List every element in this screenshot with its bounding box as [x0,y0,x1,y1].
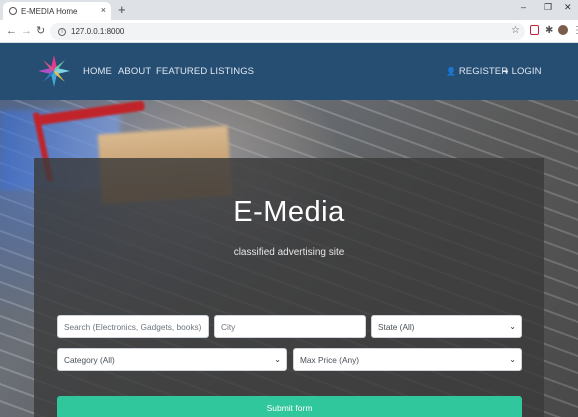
extension-shield-icon[interactable] [530,25,539,35]
site-info-icon[interactable]: i [58,27,66,36]
state-value: State (All) [378,321,415,332]
url-text: 127.0.0.1:8000 [71,27,125,36]
browser-menu-icon[interactable]: ⋮ [572,25,578,37]
bookmark-star-icon[interactable]: ☆ [511,25,520,37]
search-panel: E-Media classified advertising site Sear… [34,158,544,417]
hero-title: E-Media [233,196,345,228]
top-navbar: HOME ABOUT FEATURED LISTINGS 👤 REGISTER … [0,43,578,100]
nav-featured-listings-link[interactable]: FEATURED LISTINGS [156,66,254,77]
back-icon[interactable]: ← [6,24,17,38]
submit-button[interactable]: Submit form [57,396,522,417]
tab-close-icon[interactable]: × [101,5,106,15]
new-tab-button[interactable]: + [118,3,126,16]
browser-chrome: E-MEDIA Home × + – ❐ ✕ ← → ↻ i 127.0.0.1… [0,0,578,43]
nav-about-link[interactable]: ABOUT [118,66,151,77]
city-input[interactable]: City [214,315,366,338]
reload-icon[interactable]: ↻ [36,24,45,38]
category-value: Category (All) [64,354,115,365]
browser-toolbar: ← → ↻ i 127.0.0.1:8000 ☆ ✱ ⋮ [0,20,578,43]
chevron-down-icon: ⌄ [274,355,281,364]
profile-avatar[interactable] [558,25,568,35]
nav-home-link[interactable]: HOME [83,66,112,77]
minimize-button[interactable]: – [521,2,526,12]
register-label: REGISTER [458,66,509,77]
forward-icon[interactable]: → [21,24,32,38]
state-select[interactable]: State (All) ⌄ [371,315,522,338]
chevron-down-icon: ⌄ [509,322,516,331]
logo-icon[interactable] [36,53,72,89]
user-plus-icon: 👤 [446,67,457,76]
tab-title: E-MEDIA Home [21,6,78,16]
browser-tab[interactable]: E-MEDIA Home × [3,2,111,20]
search-placeholder: Search (Electronics, Gadgets, books) [64,321,202,332]
nav-register-link[interactable]: 👤 REGISTER [446,66,508,77]
close-window-button[interactable]: ✕ [564,2,572,13]
tab-strip: E-MEDIA Home × + – ❐ ✕ [0,0,578,20]
sign-in-icon: ➜ [502,67,509,76]
hero-subtitle: classified advertising site [233,247,345,258]
category-select[interactable]: Category (All) ⌄ [57,348,287,371]
nav-login-link[interactable]: ➜ LOGIN [502,66,542,77]
maximize-button[interactable]: ❐ [544,2,552,13]
search-input[interactable]: Search (Electronics, Gadgets, books) [57,315,209,338]
globe-icon [9,7,17,15]
max-price-select[interactable]: Max Price (Any) ⌄ [293,348,522,371]
login-label: LOGIN [511,66,542,77]
chevron-down-icon: ⌄ [509,355,516,364]
city-placeholder: City [221,321,236,332]
address-bar[interactable]: i 127.0.0.1:8000 [50,23,525,40]
extensions-puzzle-icon[interactable]: ✱ [545,25,553,37]
website: HOME ABOUT FEATURED LISTINGS 👤 REGISTER … [0,43,578,417]
max-price-value: Max Price (Any) [300,354,360,365]
